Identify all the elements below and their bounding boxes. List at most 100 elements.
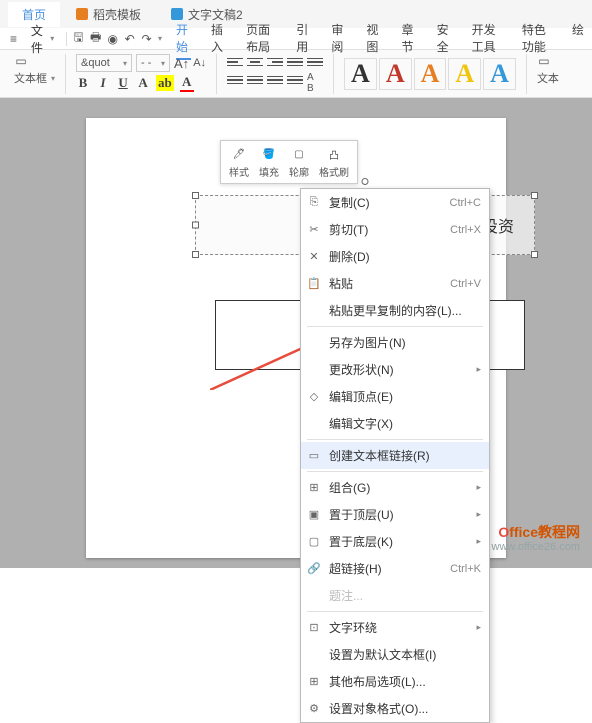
ctx-hyperlink[interactable]: 🔗超链接(H)Ctrl+K — [301, 555, 489, 582]
textbox-label[interactable]: 文本框 — [14, 70, 47, 86]
resize-handle[interactable] — [531, 192, 538, 199]
separator — [333, 54, 334, 94]
italic-button[interactable]: I — [96, 75, 110, 91]
shrink-font[interactable]: A↓ — [193, 57, 206, 69]
style-a2[interactable]: A — [379, 58, 412, 90]
styles-group: A A A A A — [338, 54, 522, 93]
grow-font[interactable]: A↑ — [174, 56, 189, 71]
separator — [526, 54, 527, 94]
ctx-create-link[interactable]: ▭创建文本框链接(R) — [301, 442, 489, 469]
preview-icon[interactable]: ◉ — [107, 32, 118, 46]
menu-icon[interactable]: ≡ — [8, 32, 19, 46]
text-group: ▭ 文本 — [531, 54, 565, 93]
style-a4[interactable]: A — [448, 58, 481, 90]
ctx-edit-points[interactable]: ◇编辑顶点(E) — [301, 383, 489, 410]
separator — [307, 439, 483, 440]
align-dist[interactable] — [307, 54, 323, 70]
font-color-button[interactable]: A — [180, 74, 194, 92]
ctx-cut[interactable]: ✂剪切(T)Ctrl+X — [301, 216, 489, 243]
ctx-bring-front[interactable]: ▣置于顶层(U)▸ — [301, 501, 489, 528]
ft-outline[interactable]: ▢轮廓 — [285, 145, 313, 179]
points-icon: ◇ — [307, 390, 321, 404]
dropdown-icon[interactable]: ▾ — [158, 34, 162, 43]
context-menu: ⎘复制(C)Ctrl+C ✂剪切(T)Ctrl+X ✕删除(D) 📋粘贴Ctrl… — [300, 188, 490, 723]
separator — [307, 326, 483, 327]
ribbon-bar: ▭ 文本框▾ &quot▾ - -▾ A↑ A↓ B I U A ab A — [0, 50, 592, 98]
undo-icon[interactable]: ↶ — [124, 32, 135, 46]
print-icon[interactable]: 🖶 — [90, 32, 101, 46]
text-label[interactable]: 文本 — [537, 70, 559, 86]
ctx-paste[interactable]: 📋粘贴Ctrl+V — [301, 270, 489, 297]
ft-format[interactable]: 凸格式刷 — [315, 145, 353, 179]
ctx-group[interactable]: ⊞组合(G)▸ — [301, 474, 489, 501]
align-left[interactable] — [227, 54, 243, 70]
link-box-icon: ▭ — [307, 449, 321, 463]
align-justify[interactable] — [287, 54, 303, 70]
font-style-row: B I U A ab A — [76, 74, 206, 92]
indent-dec[interactable] — [267, 72, 283, 88]
resize-handle[interactable] — [531, 251, 538, 258]
paragraph-group: AB — [221, 54, 329, 93]
ctx-send-back[interactable]: ▢置于底层(K)▸ — [301, 528, 489, 555]
ribbon-tab-draw[interactable]: 绘 — [572, 18, 584, 60]
separator — [216, 54, 217, 94]
resize-handle[interactable] — [192, 222, 199, 229]
list-bullet[interactable] — [227, 72, 243, 88]
ctx-format-obj[interactable]: ⚙设置对象格式(O)... — [301, 695, 489, 722]
size-select[interactable]: - -▾ — [136, 54, 170, 72]
delete-icon: ✕ — [307, 250, 321, 264]
indent-inc[interactable] — [287, 72, 303, 88]
watermark: Office教程网 www.office26.com — [492, 524, 580, 554]
align-right[interactable] — [267, 54, 283, 70]
align-center[interactable] — [247, 54, 263, 70]
rotate-handle[interactable] — [362, 178, 369, 185]
ctx-delete[interactable]: ✕删除(D) — [301, 243, 489, 270]
file-menu[interactable]: 文件▾ — [25, 20, 60, 58]
ft-fill[interactable]: 🪣填充 — [255, 145, 283, 179]
style-a1[interactable]: A — [344, 58, 377, 90]
separator — [307, 471, 483, 472]
group-icon: ⊞ — [307, 481, 321, 495]
ft-style[interactable]: 🖊样式 — [225, 145, 253, 179]
textbox-icon[interactable]: ▭ — [14, 54, 28, 68]
list-num[interactable] — [247, 72, 263, 88]
watermark-title: ffice教程网 — [509, 524, 580, 540]
ctx-save-img[interactable]: 另存为图片(N) — [301, 329, 489, 356]
separator — [307, 611, 483, 612]
ctx-edit-text[interactable]: 编辑文字(X) — [301, 410, 489, 437]
tab-template[interactable]: 稻壳模板 — [62, 2, 155, 27]
resize-handle[interactable] — [192, 251, 199, 258]
ctx-layout-opts[interactable]: ⊞其他布局选项(L)... — [301, 668, 489, 695]
brush-icon: 凸 — [325, 145, 343, 163]
copy-icon: ⎘ — [307, 196, 321, 210]
textbox-group: ▭ 文本框▾ — [8, 54, 61, 93]
ctx-note: 题注... — [301, 582, 489, 609]
ctx-copy[interactable]: ⎘复制(C)Ctrl+C — [301, 189, 489, 216]
redo-icon[interactable]: ↷ — [141, 32, 152, 46]
style-a5[interactable]: A — [483, 58, 516, 90]
ctx-wrap[interactable]: ⊡文字环绕▸ — [301, 614, 489, 641]
ctx-default-tb[interactable]: 设置为默认文本框(I) — [301, 641, 489, 668]
font-a-button[interactable]: A — [136, 75, 150, 91]
save-icon[interactable]: 🖫 — [73, 32, 84, 46]
pen-icon: 🖊 — [230, 145, 248, 163]
bucket-icon: 🪣 — [260, 145, 278, 163]
resize-handle[interactable] — [192, 192, 199, 199]
floating-toolbar: 🖊样式 🪣填充 ▢轮廓 凸格式刷 — [220, 140, 358, 184]
quick-toolbar: ≡ 文件▾ 🖫 🖶 ◉ ↶ ↷ ▾ 开始 插入 页面布局 引用 审阅 视图 章节… — [0, 28, 592, 50]
highlight-button[interactable]: ab — [156, 75, 174, 91]
square-icon: ▢ — [290, 145, 308, 163]
text-dir[interactable]: AB — [307, 72, 314, 94]
wrap-icon: ⊡ — [307, 621, 321, 635]
ctx-change-shape[interactable]: 更改形状(N)▸ — [301, 356, 489, 383]
cut-icon: ✂ — [307, 223, 321, 237]
underline-button[interactable]: U — [116, 75, 130, 91]
text-icon[interactable]: ▭ — [537, 54, 551, 68]
style-a3[interactable]: A — [414, 58, 447, 90]
font-select[interactable]: &quot▾ — [76, 54, 132, 72]
paste-icon: 📋 — [307, 277, 321, 291]
bold-button[interactable]: B — [76, 75, 90, 91]
watermark-url: www.office26.com — [492, 541, 580, 554]
front-icon: ▣ — [307, 508, 321, 522]
ctx-paste-prev[interactable]: 粘贴更早复制的内容(L)... — [301, 297, 489, 324]
